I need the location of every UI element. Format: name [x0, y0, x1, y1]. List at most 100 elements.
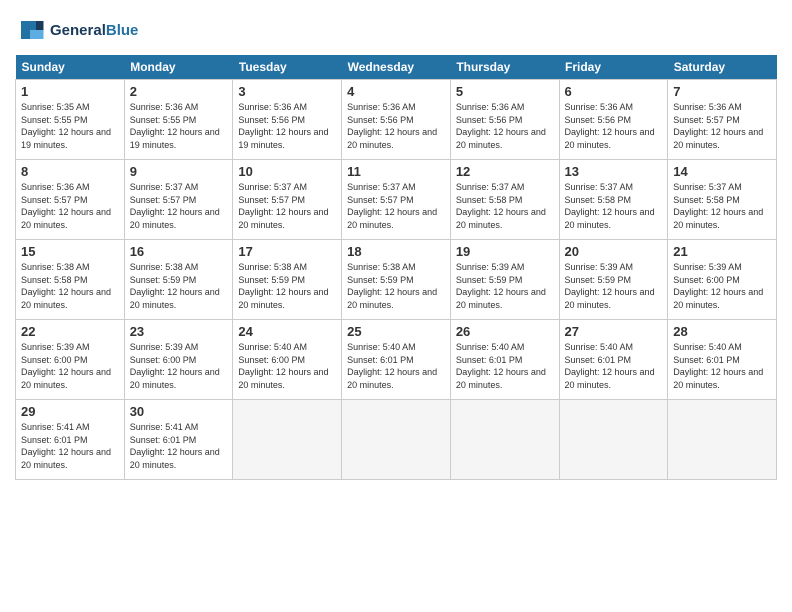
calendar-cell: 21 Sunrise: 5:39 AM Sunset: 6:00 PM Dayl…: [668, 240, 777, 320]
day-number: 21: [673, 244, 771, 259]
col-tuesday: Tuesday: [233, 55, 342, 80]
day-info: Sunrise: 5:36 AM Sunset: 5:56 PM Dayligh…: [565, 101, 663, 151]
calendar-cell: 30 Sunrise: 5:41 AM Sunset: 6:01 PM Dayl…: [124, 400, 233, 480]
calendar-cell: 10 Sunrise: 5:37 AM Sunset: 5:57 PM Dayl…: [233, 160, 342, 240]
day-number: 13: [565, 164, 663, 179]
day-number: 2: [130, 84, 228, 99]
day-info: Sunrise: 5:40 AM Sunset: 6:00 PM Dayligh…: [238, 341, 336, 391]
day-info: Sunrise: 5:38 AM Sunset: 5:59 PM Dayligh…: [238, 261, 336, 311]
day-number: 10: [238, 164, 336, 179]
col-saturday: Saturday: [668, 55, 777, 80]
day-number: 17: [238, 244, 336, 259]
day-number: 30: [130, 404, 228, 419]
calendar-cell: 23 Sunrise: 5:39 AM Sunset: 6:00 PM Dayl…: [124, 320, 233, 400]
day-number: 5: [456, 84, 554, 99]
day-info: Sunrise: 5:39 AM Sunset: 6:00 PM Dayligh…: [130, 341, 228, 391]
calendar-cell: 2 Sunrise: 5:36 AM Sunset: 5:55 PM Dayli…: [124, 80, 233, 160]
calendar-cell: 13 Sunrise: 5:37 AM Sunset: 5:58 PM Dayl…: [559, 160, 668, 240]
logo: GeneralBlue: [15, 15, 138, 45]
day-number: 8: [21, 164, 119, 179]
logo-text: GeneralBlue: [50, 22, 138, 39]
col-friday: Friday: [559, 55, 668, 80]
day-number: 3: [238, 84, 336, 99]
day-info: Sunrise: 5:37 AM Sunset: 5:58 PM Dayligh…: [456, 181, 554, 231]
day-number: 23: [130, 324, 228, 339]
table-row: 8 Sunrise: 5:36 AM Sunset: 5:57 PM Dayli…: [16, 160, 777, 240]
day-number: 22: [21, 324, 119, 339]
day-info: Sunrise: 5:41 AM Sunset: 6:01 PM Dayligh…: [21, 421, 119, 471]
day-number: 14: [673, 164, 771, 179]
calendar-cell: 5 Sunrise: 5:36 AM Sunset: 5:56 PM Dayli…: [450, 80, 559, 160]
day-number: 6: [565, 84, 663, 99]
day-info: Sunrise: 5:36 AM Sunset: 5:56 PM Dayligh…: [347, 101, 445, 151]
calendar-cell: 24 Sunrise: 5:40 AM Sunset: 6:00 PM Dayl…: [233, 320, 342, 400]
calendar-cell: [342, 400, 451, 480]
calendar-cell: [450, 400, 559, 480]
calendar-cell: 16 Sunrise: 5:38 AM Sunset: 5:59 PM Dayl…: [124, 240, 233, 320]
day-info: Sunrise: 5:40 AM Sunset: 6:01 PM Dayligh…: [456, 341, 554, 391]
day-number: 11: [347, 164, 445, 179]
calendar-cell: 18 Sunrise: 5:38 AM Sunset: 5:59 PM Dayl…: [342, 240, 451, 320]
day-number: 27: [565, 324, 663, 339]
col-wednesday: Wednesday: [342, 55, 451, 80]
day-info: Sunrise: 5:38 AM Sunset: 5:58 PM Dayligh…: [21, 261, 119, 311]
day-info: Sunrise: 5:37 AM Sunset: 5:57 PM Dayligh…: [130, 181, 228, 231]
calendar-cell: 22 Sunrise: 5:39 AM Sunset: 6:00 PM Dayl…: [16, 320, 125, 400]
table-row: 15 Sunrise: 5:38 AM Sunset: 5:58 PM Dayl…: [16, 240, 777, 320]
day-number: 9: [130, 164, 228, 179]
calendar-cell: 4 Sunrise: 5:36 AM Sunset: 5:56 PM Dayli…: [342, 80, 451, 160]
logo-icon: [15, 15, 45, 45]
day-info: Sunrise: 5:38 AM Sunset: 5:59 PM Dayligh…: [347, 261, 445, 311]
calendar-cell: 25 Sunrise: 5:40 AM Sunset: 6:01 PM Dayl…: [342, 320, 451, 400]
calendar-cell: 6 Sunrise: 5:36 AM Sunset: 5:56 PM Dayli…: [559, 80, 668, 160]
day-number: 1: [21, 84, 119, 99]
calendar-cell: 1 Sunrise: 5:35 AM Sunset: 5:55 PM Dayli…: [16, 80, 125, 160]
day-info: Sunrise: 5:41 AM Sunset: 6:01 PM Dayligh…: [130, 421, 228, 471]
col-sunday: Sunday: [16, 55, 125, 80]
table-row: 29 Sunrise: 5:41 AM Sunset: 6:01 PM Dayl…: [16, 400, 777, 480]
calendar-cell: 29 Sunrise: 5:41 AM Sunset: 6:01 PM Dayl…: [16, 400, 125, 480]
day-info: Sunrise: 5:36 AM Sunset: 5:56 PM Dayligh…: [238, 101, 336, 151]
page-container: GeneralBlue Sunday Monday Tuesday Wednes…: [0, 0, 792, 490]
day-number: 19: [456, 244, 554, 259]
calendar-cell: 26 Sunrise: 5:40 AM Sunset: 6:01 PM Dayl…: [450, 320, 559, 400]
calendar-cell: 14 Sunrise: 5:37 AM Sunset: 5:58 PM Dayl…: [668, 160, 777, 240]
calendar-cell: [559, 400, 668, 480]
day-info: Sunrise: 5:36 AM Sunset: 5:55 PM Dayligh…: [130, 101, 228, 151]
day-number: 15: [21, 244, 119, 259]
day-number: 7: [673, 84, 771, 99]
day-number: 24: [238, 324, 336, 339]
day-info: Sunrise: 5:36 AM Sunset: 5:57 PM Dayligh…: [673, 101, 771, 151]
day-info: Sunrise: 5:40 AM Sunset: 6:01 PM Dayligh…: [673, 341, 771, 391]
calendar-table: Sunday Monday Tuesday Wednesday Thursday…: [15, 55, 777, 480]
table-row: 22 Sunrise: 5:39 AM Sunset: 6:00 PM Dayl…: [16, 320, 777, 400]
calendar-cell: 12 Sunrise: 5:37 AM Sunset: 5:58 PM Dayl…: [450, 160, 559, 240]
calendar-cell: 20 Sunrise: 5:39 AM Sunset: 5:59 PM Dayl…: [559, 240, 668, 320]
day-info: Sunrise: 5:36 AM Sunset: 5:56 PM Dayligh…: [456, 101, 554, 151]
day-number: 25: [347, 324, 445, 339]
calendar-cell: 27 Sunrise: 5:40 AM Sunset: 6:01 PM Dayl…: [559, 320, 668, 400]
day-info: Sunrise: 5:39 AM Sunset: 6:00 PM Dayligh…: [673, 261, 771, 311]
day-info: Sunrise: 5:40 AM Sunset: 6:01 PM Dayligh…: [347, 341, 445, 391]
calendar-cell: 3 Sunrise: 5:36 AM Sunset: 5:56 PM Dayli…: [233, 80, 342, 160]
day-info: Sunrise: 5:37 AM Sunset: 5:58 PM Dayligh…: [565, 181, 663, 231]
day-number: 12: [456, 164, 554, 179]
calendar-cell: 28 Sunrise: 5:40 AM Sunset: 6:01 PM Dayl…: [668, 320, 777, 400]
day-number: 18: [347, 244, 445, 259]
calendar-cell: [668, 400, 777, 480]
day-number: 16: [130, 244, 228, 259]
calendar-cell: [233, 400, 342, 480]
day-info: Sunrise: 5:39 AM Sunset: 6:00 PM Dayligh…: [21, 341, 119, 391]
calendar-cell: 9 Sunrise: 5:37 AM Sunset: 5:57 PM Dayli…: [124, 160, 233, 240]
day-info: Sunrise: 5:37 AM Sunset: 5:57 PM Dayligh…: [347, 181, 445, 231]
calendar-cell: 11 Sunrise: 5:37 AM Sunset: 5:57 PM Dayl…: [342, 160, 451, 240]
day-number: 20: [565, 244, 663, 259]
day-number: 4: [347, 84, 445, 99]
day-info: Sunrise: 5:40 AM Sunset: 6:01 PM Dayligh…: [565, 341, 663, 391]
col-thursday: Thursday: [450, 55, 559, 80]
day-info: Sunrise: 5:38 AM Sunset: 5:59 PM Dayligh…: [130, 261, 228, 311]
day-info: Sunrise: 5:37 AM Sunset: 5:57 PM Dayligh…: [238, 181, 336, 231]
day-number: 26: [456, 324, 554, 339]
col-monday: Monday: [124, 55, 233, 80]
day-info: Sunrise: 5:35 AM Sunset: 5:55 PM Dayligh…: [21, 101, 119, 151]
